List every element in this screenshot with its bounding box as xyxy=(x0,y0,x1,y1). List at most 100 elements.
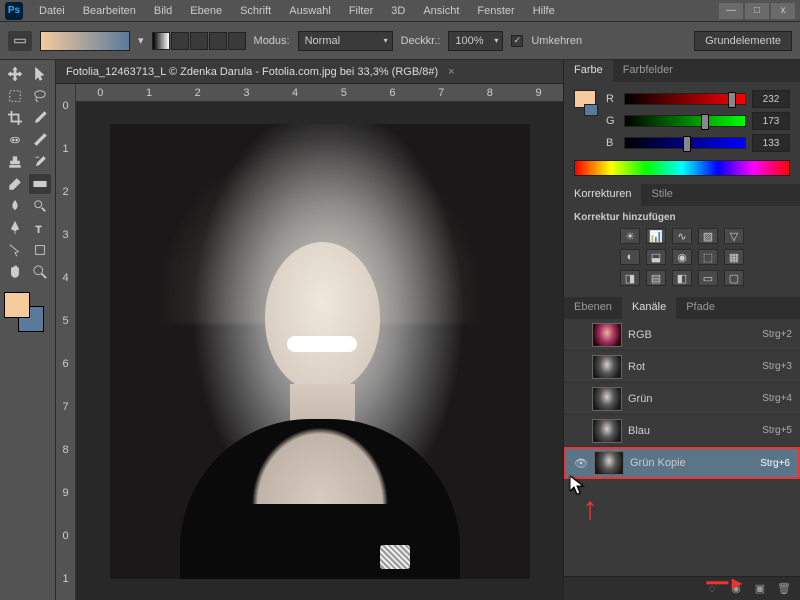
mini-swatch[interactable] xyxy=(574,90,598,156)
adj-channel-mixer-icon[interactable]: ⬚ xyxy=(698,249,718,265)
load-selection-icon[interactable]: ◌ xyxy=(704,582,720,596)
crop-tool[interactable] xyxy=(4,108,27,128)
path-tool[interactable] xyxy=(4,240,27,260)
eraser-tool[interactable] xyxy=(4,174,27,194)
blur-tool[interactable] xyxy=(4,196,27,216)
history-brush-tool[interactable] xyxy=(29,152,52,172)
visibility-icon[interactable]: 👁 xyxy=(574,456,588,470)
menu-datei[interactable]: Datei xyxy=(31,2,73,20)
eyedropper-tool[interactable] xyxy=(29,108,52,128)
adj-levels-icon[interactable]: 📊 xyxy=(646,228,666,244)
adj-exposure-icon[interactable]: ▨ xyxy=(698,228,718,244)
adj-bw-icon[interactable]: ⬓ xyxy=(646,249,666,265)
adj-color-lookup-icon[interactable]: ▦ xyxy=(724,249,744,265)
marquee-tool[interactable] xyxy=(4,86,27,106)
channel-gruen-kopie[interactable]: 👁Grün KopieStrg+6 xyxy=(564,447,800,479)
adj-threshold-icon[interactable]: ◧ xyxy=(672,270,692,286)
visibility-icon[interactable] xyxy=(572,360,586,374)
heal-tool[interactable] xyxy=(4,130,27,150)
delete-channel-icon[interactable]: 🗑 xyxy=(776,582,792,596)
selection-tool[interactable] xyxy=(29,64,52,84)
r-slider[interactable] xyxy=(624,93,746,105)
tab-stile[interactable]: Stile xyxy=(641,184,682,206)
lasso-tool[interactable] xyxy=(29,86,52,106)
b-value[interactable]: 133 xyxy=(752,134,790,152)
menu-3d[interactable]: 3D xyxy=(383,2,413,20)
shape-tool[interactable] xyxy=(29,240,52,260)
close-button[interactable]: x xyxy=(771,3,795,19)
minimize-button[interactable]: — xyxy=(719,3,743,19)
grundelemente-button[interactable]: Grundelemente xyxy=(694,31,792,51)
active-tool-icon[interactable] xyxy=(8,31,32,51)
color-swatches[interactable] xyxy=(4,292,44,332)
stamp-tool[interactable] xyxy=(4,152,27,172)
gradient-angle[interactable] xyxy=(190,32,208,50)
visibility-icon[interactable] xyxy=(572,328,586,342)
document-tab[interactable]: Fotolia_12463713_L © Zdenka Darula - Fot… xyxy=(56,60,563,84)
svg-text:T: T xyxy=(35,224,41,235)
adj-posterize-icon[interactable]: ▤ xyxy=(646,270,666,286)
adj-vibrance-icon[interactable]: ▽ xyxy=(724,228,744,244)
dropdown-icon[interactable]: ▾ xyxy=(138,34,144,47)
brush-tool[interactable] xyxy=(29,130,52,150)
tab-korrekturen[interactable]: Korrekturen xyxy=(564,184,641,206)
vertical-ruler: 012345678901 xyxy=(56,84,76,600)
dodge-tool[interactable] xyxy=(29,196,52,216)
menu-hilfe[interactable]: Hilfe xyxy=(525,2,563,20)
adj-photo-filter-icon[interactable]: ◉ xyxy=(672,249,692,265)
foreground-color[interactable] xyxy=(4,292,30,318)
zoom-tool[interactable] xyxy=(29,262,52,282)
adj-gradient-map-icon[interactable]: ▭ xyxy=(698,270,718,286)
visibility-icon[interactable] xyxy=(572,424,586,438)
close-tab-icon[interactable]: × xyxy=(448,66,454,78)
channel-rot[interactable]: RotStrg+3 xyxy=(564,351,800,383)
visibility-icon[interactable] xyxy=(572,392,586,406)
tab-pfade[interactable]: Pfade xyxy=(676,297,725,319)
canvas-viewport[interactable] xyxy=(76,102,563,600)
gradient-reflected[interactable] xyxy=(209,32,227,50)
maximize-button[interactable]: □ xyxy=(745,3,769,19)
menu-schrift[interactable]: Schrift xyxy=(232,2,279,20)
hand-tool[interactable] xyxy=(4,262,27,282)
deckkr-dropdown[interactable]: 100% xyxy=(448,31,503,51)
gradient-tool[interactable] xyxy=(29,174,52,194)
tab-ebenen[interactable]: Ebenen xyxy=(564,297,622,319)
menu-filter[interactable]: Filter xyxy=(341,2,381,20)
new-channel-icon[interactable]: ▣ xyxy=(752,582,768,596)
type-tool[interactable]: T xyxy=(29,218,52,238)
g-slider[interactable] xyxy=(624,115,746,127)
tab-farbe[interactable]: Farbe xyxy=(564,60,613,82)
menu-ebene[interactable]: Ebene xyxy=(182,2,230,20)
menu-bearbeiten[interactable]: Bearbeiten xyxy=(75,2,144,20)
move-tool[interactable] xyxy=(4,64,27,84)
g-value[interactable]: 173 xyxy=(752,112,790,130)
gradient-linear[interactable] xyxy=(152,32,170,50)
adj-brightness-icon[interactable]: ☀ xyxy=(620,228,640,244)
adj-curves-icon[interactable]: ∿ xyxy=(672,228,692,244)
r-value[interactable]: 232 xyxy=(752,90,790,108)
b-slider[interactable] xyxy=(624,137,746,149)
tab-kanaele[interactable]: Kanäle xyxy=(622,297,676,319)
channel-gruen[interactable]: GrünStrg+4 xyxy=(564,383,800,415)
menu-ansicht[interactable]: Ansicht xyxy=(415,2,467,20)
modus-dropdown[interactable]: Normal xyxy=(298,31,393,51)
toolbox: T xyxy=(0,60,56,600)
adj-hue-icon[interactable]: ◐ xyxy=(620,249,640,265)
channel-rgb[interactable]: RGBStrg+2 xyxy=(564,319,800,351)
add-adjustment-label: Korrektur hinzufügen xyxy=(574,212,790,223)
umkehren-checkbox[interactable]: ✓ xyxy=(511,35,523,47)
adj-selective-icon[interactable]: ▢ xyxy=(724,270,744,286)
menu-fenster[interactable]: Fenster xyxy=(469,2,522,20)
gradient-preview[interactable] xyxy=(40,31,130,51)
tab-farbfelder[interactable]: Farbfelder xyxy=(613,60,683,82)
menu-auswahl[interactable]: Auswahl xyxy=(281,2,339,20)
channel-blau[interactable]: BlauStrg+5 xyxy=(564,415,800,447)
pen-tool[interactable] xyxy=(4,218,27,238)
channels-panel: RGBStrg+2 RotStrg+3 GrünStrg+4 BlauStrg+… xyxy=(564,319,800,600)
menu-bild[interactable]: Bild xyxy=(146,2,180,20)
gradient-diamond[interactable] xyxy=(228,32,246,50)
adj-invert-icon[interactable]: ◨ xyxy=(620,270,640,286)
save-selection-icon[interactable]: ◉ xyxy=(728,582,744,596)
spectrum-bar[interactable] xyxy=(574,160,790,176)
gradient-radial[interactable] xyxy=(171,32,189,50)
